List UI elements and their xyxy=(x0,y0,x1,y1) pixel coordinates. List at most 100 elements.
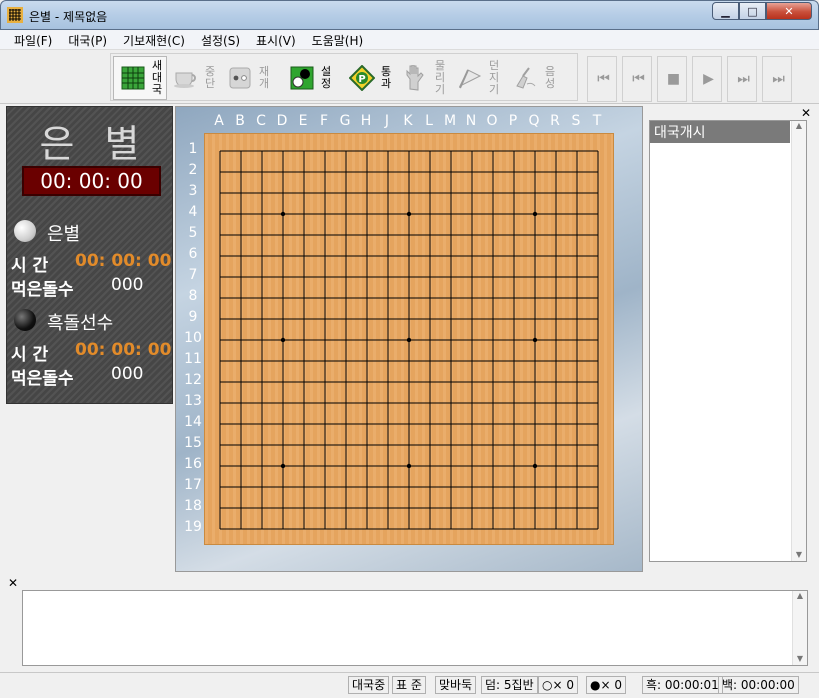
menu-bar: 파일(F) 대국(P) 기보재현(C) 설정(S) 표시(V) 도움말(H) xyxy=(0,30,819,50)
log-scrollbar[interactable]: ▲ ▼ xyxy=(791,121,806,561)
row-label: 8 xyxy=(188,288,198,304)
row-label: 13 xyxy=(184,393,202,409)
flag-icon xyxy=(455,63,485,93)
status-black-time: 흑: 00:00:01 xyxy=(642,676,723,694)
star-point xyxy=(532,463,538,469)
menu-settings[interactable]: 설정(S) xyxy=(193,30,248,49)
title-bar: 은별 - 제목없음 ▁ □ ✕ xyxy=(0,0,819,30)
close-icon[interactable]: ✕ xyxy=(8,576,18,590)
grid-icon xyxy=(118,63,148,93)
column-label: H xyxy=(360,113,372,129)
close-icon[interactable]: ✕ xyxy=(801,106,811,120)
move-log-panel: ✕ 대국개시 ▲ ▼ xyxy=(645,106,813,572)
prev-move-button[interactable]: ⏮ xyxy=(622,56,652,102)
stop-button[interactable]: 중단 xyxy=(167,56,219,100)
status-mode: 표 준 xyxy=(392,676,426,694)
status-game-type: 맞바둑 xyxy=(435,676,477,694)
move-log-list[interactable]: 대국개시 ▲ ▼ xyxy=(649,120,807,562)
menu-help[interactable]: 도움말(H) xyxy=(304,30,372,49)
column-label: J xyxy=(384,113,390,129)
column-label: E xyxy=(298,113,308,129)
menu-game[interactable]: 대국(P) xyxy=(60,30,115,49)
go-board[interactable] xyxy=(204,133,614,545)
star-point xyxy=(406,337,412,343)
pass-button[interactable]: P 통과 xyxy=(343,56,395,100)
status-black-captures: ●× 0 xyxy=(586,676,626,694)
column-label: T xyxy=(592,113,602,129)
row-label: 18 xyxy=(184,498,202,514)
undo-button[interactable]: 물리기 xyxy=(397,56,449,100)
comment-scrollbar[interactable]: ▲ ▼ xyxy=(792,591,807,665)
first-move-button[interactable]: ⏮ xyxy=(587,56,617,102)
row-label: 11 xyxy=(184,351,202,367)
new-game-button[interactable]: 새대국 xyxy=(113,56,167,100)
resign-button[interactable]: 던지기 xyxy=(451,56,503,100)
next-move-button[interactable]: ⏭ xyxy=(727,56,757,102)
menu-view[interactable]: 표시(V) xyxy=(248,30,304,49)
column-label: B xyxy=(235,113,245,129)
white-player-name: 은별 xyxy=(47,224,81,245)
column-label: P xyxy=(508,113,518,129)
status-white-time: 백: 00:00:00 xyxy=(718,676,799,694)
black-stone-icon xyxy=(14,309,36,331)
star-point xyxy=(532,211,538,217)
black-captured-label: 먹은돌수 xyxy=(11,369,74,389)
star-point xyxy=(280,211,286,217)
row-label: 3 xyxy=(188,183,198,199)
dice-icon xyxy=(225,63,255,93)
settings-button[interactable]: 설정 xyxy=(283,56,335,100)
stop-replay-button[interactable]: ■ xyxy=(657,56,687,102)
board-grid xyxy=(219,150,599,530)
white-captured-label: 먹은돌수 xyxy=(11,280,74,300)
undo-label: 물리기 xyxy=(434,59,446,96)
column-label: K xyxy=(403,113,413,129)
teacup-icon xyxy=(171,63,201,93)
brand-logo-text: 은별 xyxy=(39,122,170,166)
row-label: 7 xyxy=(188,267,198,283)
column-label: Q xyxy=(528,113,540,129)
row-label: 12 xyxy=(184,372,202,388)
pass-label: 통과 xyxy=(380,65,392,90)
row-label: 15 xyxy=(184,435,202,451)
app-icon xyxy=(7,7,23,23)
window-title: 은별 - 제목없음 xyxy=(29,10,108,24)
stones-settings-icon xyxy=(287,63,317,93)
resign-label: 던지기 xyxy=(488,59,500,96)
column-label: D xyxy=(276,113,288,129)
row-label: 16 xyxy=(184,456,202,472)
list-item[interactable]: 대국개시 xyxy=(650,121,790,143)
sound-button[interactable]: 음성 xyxy=(507,56,559,100)
column-label: C xyxy=(256,113,266,129)
star-point xyxy=(406,463,412,469)
column-label: L xyxy=(425,113,433,129)
row-label: 4 xyxy=(188,204,198,220)
row-label: 5 xyxy=(188,225,198,241)
sound-icon xyxy=(511,63,541,93)
star-point xyxy=(532,337,538,343)
sound-label: 음성 xyxy=(544,65,556,90)
hand-icon xyxy=(401,63,431,93)
menu-file[interactable]: 파일(F) xyxy=(6,30,60,49)
row-label: 9 xyxy=(188,309,198,325)
toolbar: 새대국 중단 재개 설정 P 통과 물리기 던지기 음성 ⏮ ⏮ ■ ▶ ⏭ ⏭ xyxy=(0,50,819,104)
column-label: N xyxy=(465,113,477,129)
play-replay-button[interactable]: ▶ xyxy=(692,56,722,102)
column-label: G xyxy=(339,113,351,129)
star-point xyxy=(280,463,286,469)
comment-textarea[interactable]: ▲ ▼ xyxy=(22,590,808,666)
comment-panel: ✕ ▲ ▼ xyxy=(6,574,813,670)
menu-replay[interactable]: 기보재현(C) xyxy=(115,30,193,49)
stop-label: 중단 xyxy=(204,65,216,90)
black-time-label: 시 간 xyxy=(11,345,49,365)
row-label: 17 xyxy=(184,477,202,493)
close-button[interactable]: ✕ xyxy=(766,2,812,20)
white-time-label: 시 간 xyxy=(11,256,49,276)
minimize-button[interactable]: ▁ xyxy=(712,2,739,20)
white-time: 00: 00: 00 xyxy=(75,251,172,271)
column-label: S xyxy=(571,113,581,129)
resume-button[interactable]: 재개 xyxy=(221,56,273,100)
status-komi: 덤: 5집반 xyxy=(481,676,538,694)
player-info-panel: 은별 00: 00: 00 은별 시 간 00: 00: 00 먹은돌수 000… xyxy=(6,106,173,404)
maximize-button[interactable]: □ xyxy=(739,2,766,20)
last-move-button[interactable]: ⏭ xyxy=(762,56,792,102)
